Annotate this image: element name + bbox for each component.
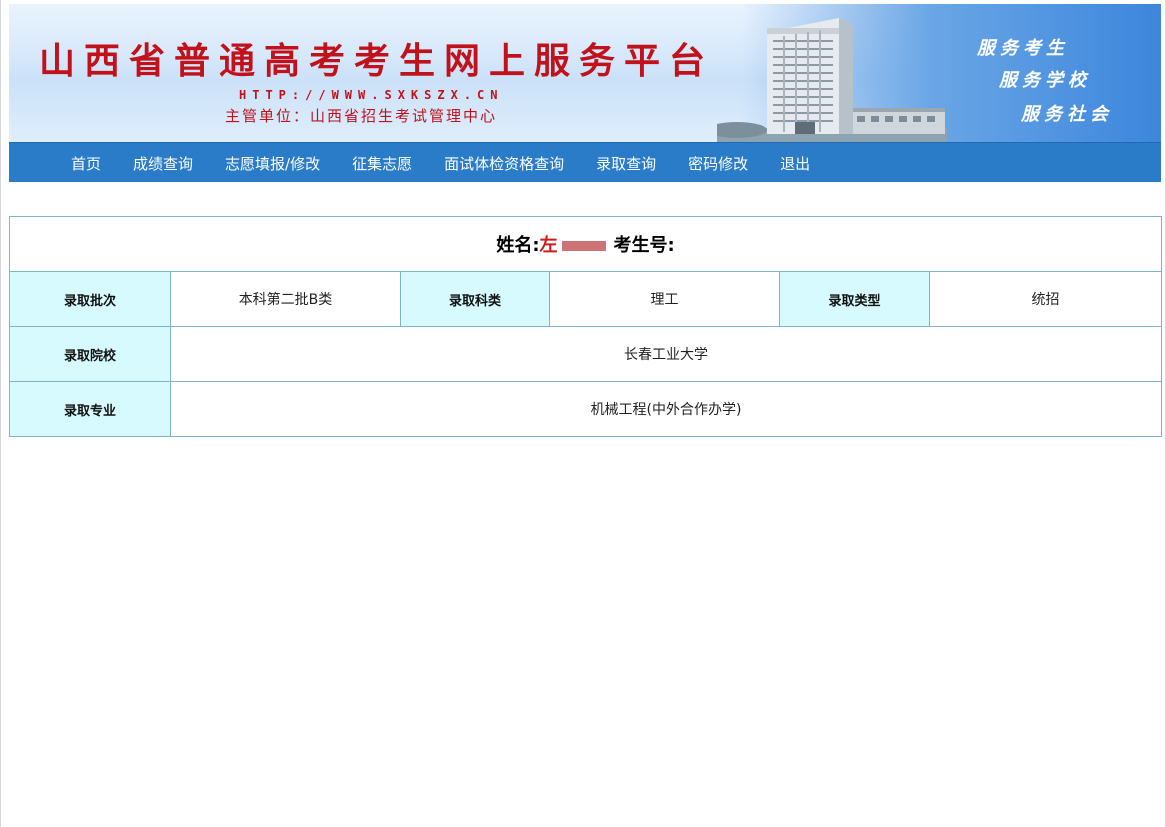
student-info-cell: 姓名:左 考生号:	[8, 216, 1163, 272]
site-url: HTTP://WWW.SXKSZX.CN	[239, 88, 504, 102]
slogan-serve-students: 服务考生	[977, 38, 1069, 59]
type-label: 录取类型	[779, 271, 930, 327]
name-value: 左	[539, 235, 558, 256]
school-value: 长春工业大学	[169, 326, 1163, 382]
nav-interview-physical-query[interactable]: 面试体检资格查询	[444, 153, 564, 174]
header-banner: 山西省普通高考考生网上服务平台 HTTP://WWW.SXKSZX.CN 主管单…	[9, 4, 1161, 142]
nav-list: 首页 成绩查询 志愿填报/修改 征集志愿 面试体检资格查询 录取查询 密码修改 …	[71, 143, 842, 183]
page: 山西省普通高考考生网上服务平台 HTTP://WWW.SXKSZX.CN 主管单…	[0, 0, 1166, 827]
table-row: 录取专业 机械工程(中外合作办学)	[9, 381, 1163, 437]
admission-result-table: 姓名:左 考生号: 录取批次 本科第二批B类 录取科类 理工 录取类型 统招 录取…	[8, 216, 1163, 437]
slogan-serve-schools: 服务学校	[999, 70, 1091, 91]
table-row: 录取院校 长春工业大学	[9, 326, 1163, 382]
type-value: 统招	[928, 271, 1163, 327]
name-label: 姓名:	[496, 235, 540, 256]
nav-password-change[interactable]: 密码修改	[688, 153, 748, 174]
table-row: 录取批次 本科第二批B类 录取科类 理工 录取类型 统招	[9, 271, 1163, 327]
school-label: 录取院校	[9, 326, 171, 382]
managing-unit: 主管单位：山西省招生考试管理中心	[225, 107, 498, 125]
batch-value: 本科第二批B类	[170, 271, 401, 327]
subject-value: 理工	[549, 271, 780, 327]
main-nav: 首页 成绩查询 志愿填报/修改 征集志愿 面试体检资格查询 录取查询 密码修改 …	[9, 142, 1161, 182]
major-label: 录取专业	[9, 381, 171, 437]
nav-score-query[interactable]: 成绩查询	[133, 153, 193, 174]
slogan-serve-society: 服务社会	[1021, 104, 1113, 125]
nav-home[interactable]: 首页	[71, 153, 101, 174]
nav-logout[interactable]: 退出	[780, 153, 810, 174]
nav-application-edit[interactable]: 志愿填报/修改	[225, 153, 320, 174]
redaction-mark	[561, 241, 606, 251]
site-title: 山西省普通高考考生网上服务平台	[39, 40, 715, 82]
major-value: 机械工程(中外合作办学)	[169, 381, 1163, 437]
nav-admission-query[interactable]: 录取查询	[596, 153, 656, 174]
student-info-row: 姓名:左 考生号:	[8, 216, 1163, 272]
building-image	[717, 18, 947, 142]
exam-number-label: 考生号:	[613, 235, 675, 256]
nav-supplementary-application[interactable]: 征集志愿	[352, 153, 412, 174]
batch-label: 录取批次	[9, 271, 171, 327]
subject-label: 录取科类	[400, 271, 550, 327]
